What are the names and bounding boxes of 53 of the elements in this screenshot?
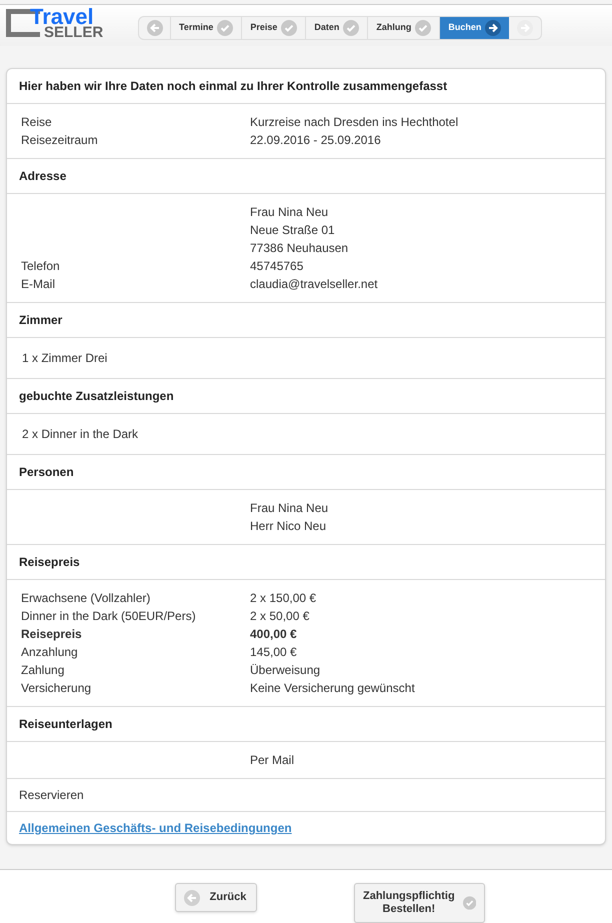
step-tab[interactable]: Buchen	[440, 17, 510, 39]
check-icon	[281, 20, 298, 36]
arrow-left-icon	[146, 20, 162, 36]
field-label: Erwachsene (Vollzahler)	[21, 591, 150, 605]
section-heading: Zimmer	[19, 313, 62, 327]
step-tab[interactable]: Zahlung	[368, 17, 440, 39]
section-heading: Reisepreis	[19, 555, 80, 569]
field-value: Neue Straße 01	[250, 222, 335, 239]
field-value: 45745765	[250, 258, 304, 275]
field-label: Zahlung	[21, 663, 64, 677]
check-icon	[462, 895, 476, 911]
field-label: Reisezeitraum	[21, 133, 98, 147]
field-value: Frau Nina Neu	[250, 204, 328, 221]
field-value: Per Mail	[250, 752, 294, 769]
section-text: Reservieren	[19, 788, 84, 802]
step-tab[interactable]: Preise	[242, 17, 306, 39]
field-value: Kurzreise nach Dresden ins Hechthotel	[250, 114, 458, 131]
field-value: Herr Nico Neu	[250, 518, 326, 535]
field-label: Reise	[21, 115, 52, 129]
arrow-right-icon	[485, 20, 502, 36]
field-value: 2 x 50,00 €	[250, 608, 310, 625]
section-heading: Personen	[19, 465, 74, 479]
field-label: Versicherung	[21, 681, 92, 695]
field-label: Anzahlung	[21, 645, 78, 659]
arrow-left-icon	[184, 890, 200, 906]
check-icon	[217, 20, 234, 36]
field-value: 2 x 150,00 €	[250, 590, 316, 607]
section-text: 1 x Zimmer Drei	[22, 351, 108, 365]
terms-link[interactable]: Allgemeinen Geschäfts- und Reisebedingungen	[19, 821, 292, 835]
field-label: Reisepreis	[21, 627, 82, 641]
card-title: Hier haben wir Ihre Daten noch einmal zu Ihrer Kontrolle zusammengefasst	[19, 79, 448, 93]
section-heading: gebuchte Zusatzleistungen	[19, 389, 174, 403]
field-value: 400,00 €	[250, 626, 297, 643]
check-icon	[343, 20, 360, 36]
field-value: Keine Versicherung gewünscht	[250, 680, 415, 697]
section-heading: Adresse	[19, 169, 66, 183]
field-value: Überweisung	[250, 662, 320, 679]
section-heading: Reiseunterlagen	[19, 717, 112, 731]
back-button[interactable]: Zurück	[175, 883, 257, 912]
step-tab[interactable]: Daten	[306, 17, 368, 39]
logo: Travel SELLER	[6, 6, 114, 40]
section-text: 2 x Dinner in the Dark	[22, 427, 138, 441]
field-label: Dinner in the Dark (50EUR/Pers)	[21, 609, 196, 623]
order-button[interactable]: Zahlungspflichtig Bestellen!	[354, 883, 485, 923]
step-tab[interactable]: Termine	[171, 17, 242, 39]
field-value: Frau Nina Neu	[250, 500, 328, 517]
field-label: E-Mail	[21, 277, 56, 291]
check-icon	[415, 20, 432, 36]
field-value: 145,00 €	[250, 644, 297, 661]
field-value: 22.09.2016 - 25.09.2016	[250, 132, 381, 149]
field-value: 77386 Neuhausen	[250, 240, 348, 257]
field-value: claudia@travelseller.net	[250, 276, 378, 293]
field-label: Telefon	[21, 259, 60, 273]
